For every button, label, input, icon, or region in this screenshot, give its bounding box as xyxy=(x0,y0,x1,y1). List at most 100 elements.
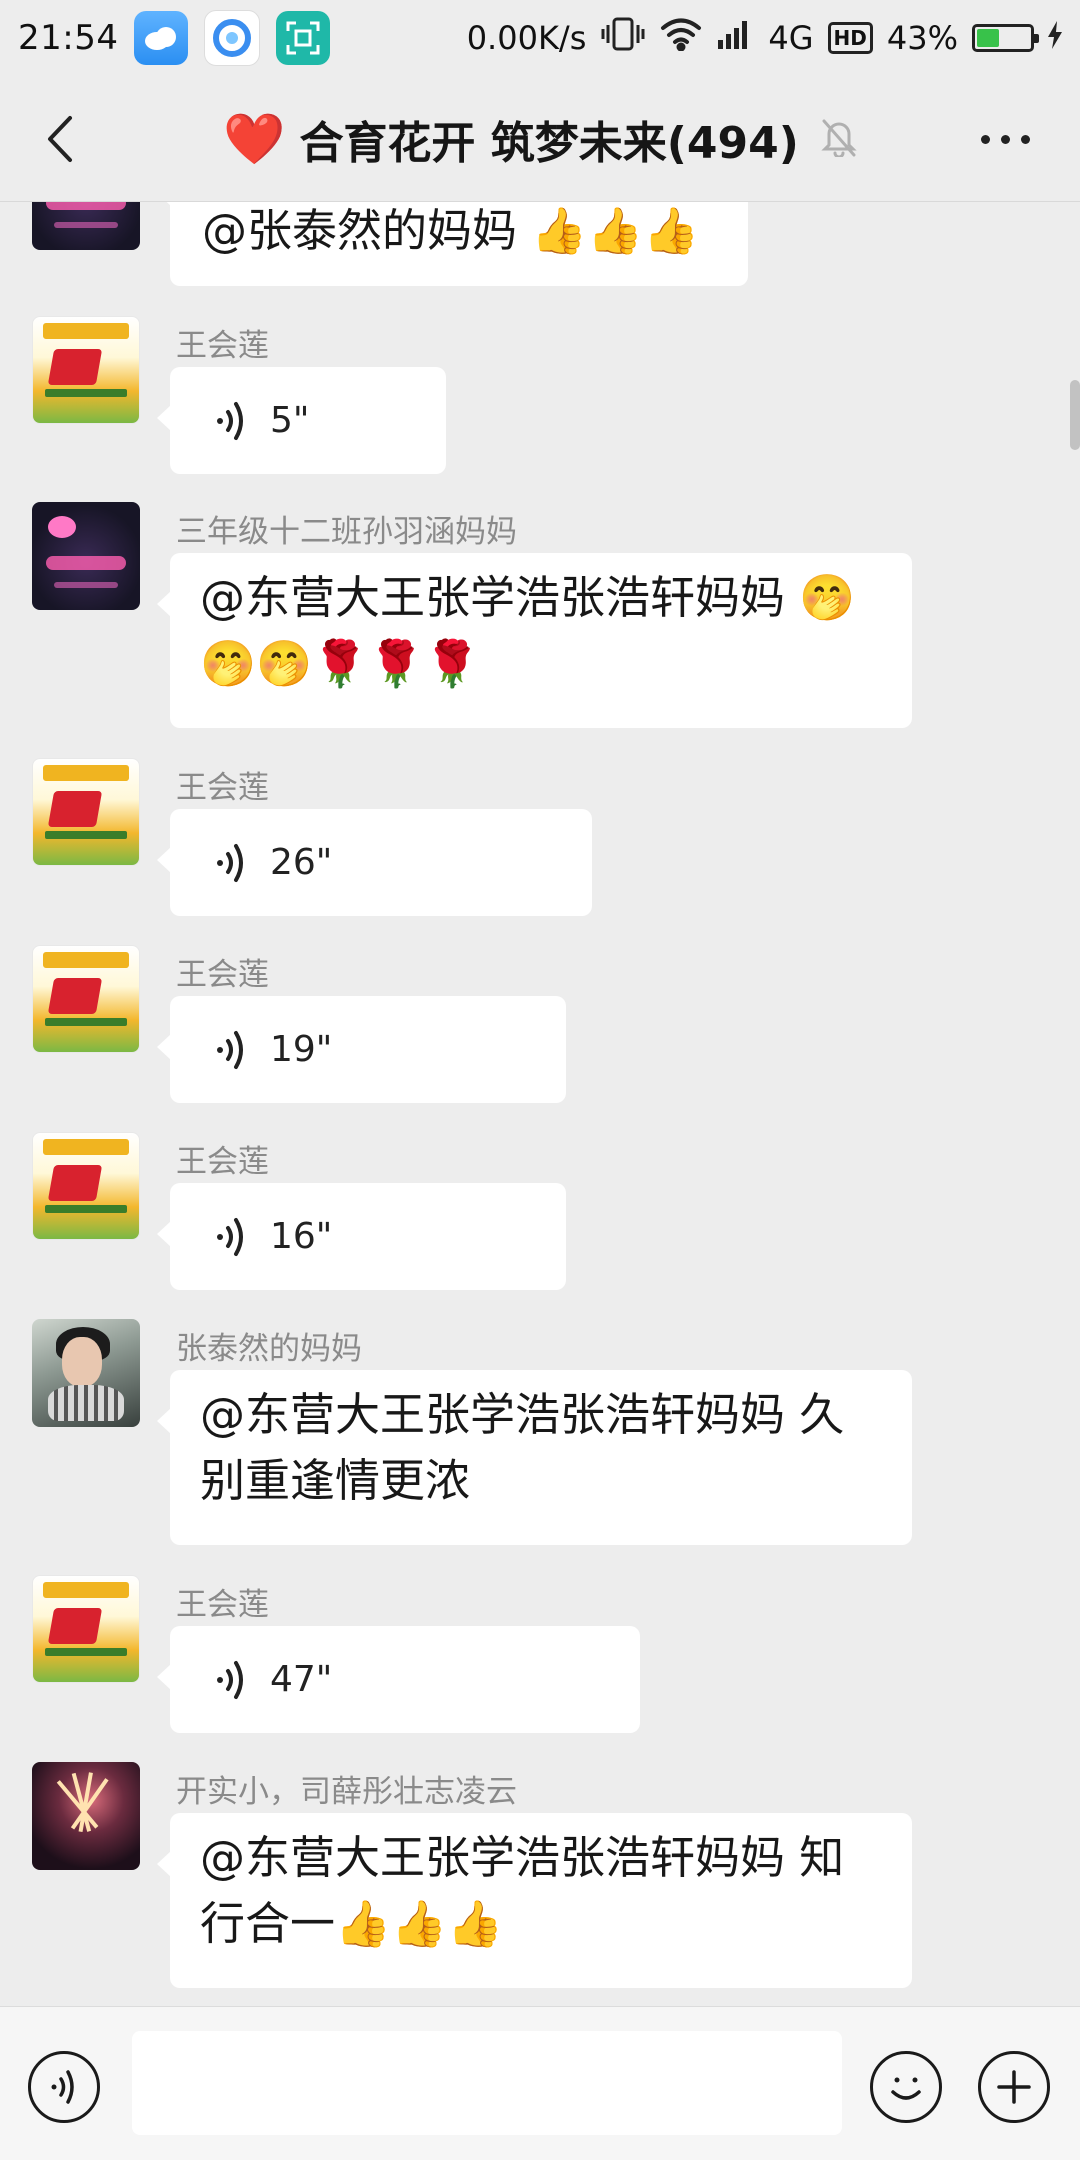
avatar-decoration xyxy=(47,791,103,827)
avatar[interactable] xyxy=(32,1575,140,1683)
avatar[interactable] xyxy=(32,1132,140,1240)
weather-app-icon xyxy=(134,11,189,65)
avatar-decoration xyxy=(47,1165,103,1201)
voice-duration: 26" xyxy=(270,841,333,883)
emoji-button[interactable] xyxy=(870,2051,942,2123)
avatar-decoration xyxy=(45,389,127,397)
status-right: 0.00K/s 4G HD 43% xyxy=(467,16,1062,61)
avatar-decoration xyxy=(47,978,103,1014)
voice-message-bubble[interactable]: 47" xyxy=(157,1626,640,1733)
message-item: 王会莲 26" xyxy=(0,758,1080,916)
avatar-decoration xyxy=(47,1608,103,1644)
message-bubble[interactable]: @东营大王张学浩张浩轩妈妈 🤭🤭🤭🌹🌹🌹 xyxy=(157,553,912,728)
voice-duration: 19" xyxy=(270,1028,333,1070)
browser-app-icon xyxy=(204,10,261,66)
sender-name: 张泰然的妈妈 xyxy=(176,1331,362,1367)
sender-name: 王会莲 xyxy=(176,1144,269,1180)
message-text: @张泰然的妈妈 👍👍👍 xyxy=(202,204,700,257)
message-item: 王会莲 47" xyxy=(0,1575,1080,1733)
avatar[interactable] xyxy=(32,202,140,250)
message-item: 王会莲 5" xyxy=(0,316,1080,474)
avatar[interactable] xyxy=(32,1762,140,1870)
scan-app-icon xyxy=(276,11,331,65)
avatar-decoration xyxy=(46,556,126,570)
heart-icon: ❤️ xyxy=(223,109,286,168)
voice-wave-icon xyxy=(51,2070,74,2104)
hd-badge: HD xyxy=(827,22,873,54)
avatar-decoration xyxy=(43,765,129,781)
avatar-decoration xyxy=(43,952,129,968)
voice-wave-icon xyxy=(217,1217,243,1256)
voice-wave-icon xyxy=(217,401,243,440)
page-title: 合育花开 筑梦未来(494) xyxy=(299,117,799,169)
charging-icon xyxy=(1048,18,1062,58)
more-dot xyxy=(1020,134,1030,144)
chat-header: ❤️ 合育花开 筑梦未来(494) xyxy=(0,76,1080,202)
sender-name: 王会莲 xyxy=(176,770,269,806)
sender-name: 王会莲 xyxy=(176,328,269,364)
message-input[interactable] xyxy=(132,2031,842,2135)
message-item: 三年级十二班孙羽涵妈妈 @东营大王张学浩张浩轩妈妈 🤭🤭🤭🌹🌹🌹 xyxy=(0,502,1080,728)
avatar-decoration xyxy=(48,1385,124,1421)
plus-icon xyxy=(997,2070,1031,2104)
sender-name: 开实小，司薛彤壮志凌云 xyxy=(176,1774,517,1810)
message-item: 张泰然的妈妈 @东营大王张学浩张浩轩妈妈 久别重逢情更浓 xyxy=(0,1319,1080,1545)
voice-input-button[interactable] xyxy=(28,2051,100,2123)
more-options-button[interactable] xyxy=(970,116,1040,162)
avatar[interactable] xyxy=(32,316,140,424)
voice-message-bubble[interactable]: 19" xyxy=(157,996,566,1103)
avatar[interactable] xyxy=(32,502,140,610)
avatar-decoration xyxy=(54,222,118,228)
sender-name: 王会莲 xyxy=(176,957,269,993)
avatar-decoration xyxy=(46,202,126,210)
avatar-decoration xyxy=(45,1205,127,1213)
input-bar xyxy=(0,2006,1080,2160)
voice-duration: 16" xyxy=(270,1215,333,1257)
signal-icon xyxy=(716,18,754,59)
voice-message-bubble[interactable]: 16" xyxy=(157,1183,566,1290)
avatar[interactable] xyxy=(32,945,140,1053)
status-time: 21:54 xyxy=(18,18,119,58)
avatar[interactable] xyxy=(32,1319,140,1427)
avatar-decoration xyxy=(48,516,76,538)
chat-screen: 21:54 0.00K/s 4G HD 43% ❤️ 合育花开 筑梦未来(494… xyxy=(0,0,1080,2160)
message-bubble[interactable]: @东营大王张学浩张浩轩妈妈 久别重逢情更浓 xyxy=(157,1370,912,1545)
net-speed: 0.00K/s xyxy=(466,19,587,57)
voice-message-bubble[interactable]: 26" xyxy=(157,809,592,916)
more-functions-button[interactable] xyxy=(978,2051,1050,2123)
sender-name: 三年级十二班孙羽涵妈妈 xyxy=(176,514,517,550)
status-bar: 21:54 0.00K/s 4G HD 43% xyxy=(0,0,1080,76)
battery-fill xyxy=(977,29,1000,47)
vibrate-icon xyxy=(600,16,646,61)
message-text: @东营大王张学浩张浩轩妈妈 🤭🤭🤭🌹🌹🌹 xyxy=(200,571,856,690)
battery-icon xyxy=(972,24,1039,52)
back-button[interactable] xyxy=(30,106,90,172)
voice-duration: 47" xyxy=(270,1658,333,1700)
message-bubble[interactable]: @东营大王张学浩张浩轩妈妈 知行合一👍👍👍 xyxy=(157,1813,912,1988)
more-dot xyxy=(1000,134,1010,144)
message-item: 王会莲 19" xyxy=(0,945,1080,1103)
avatar-decoration xyxy=(45,1648,127,1656)
battery-percent: 43% xyxy=(886,19,958,57)
message-bubble[interactable]: @张泰然的妈妈 👍👍👍 xyxy=(157,202,748,286)
wifi-icon xyxy=(660,17,702,60)
voice-wave-icon xyxy=(217,1660,243,1699)
avatar-decoration xyxy=(47,349,103,385)
mute-bell-icon xyxy=(821,117,857,161)
avatar-decoration xyxy=(62,1337,102,1387)
chevron-left-icon xyxy=(48,116,72,162)
voice-wave-icon xyxy=(217,1030,243,1069)
message-list[interactable]: @张泰然的妈妈 👍👍👍 王会莲 5" 三年级十二班孙羽涵妈妈 @东营大王张学浩张… xyxy=(0,202,1080,2006)
message-item: 王会莲 16" xyxy=(0,1132,1080,1290)
message-item: @张泰然的妈妈 👍👍👍 xyxy=(0,202,1080,286)
avatar[interactable] xyxy=(32,758,140,866)
avatar-decoration xyxy=(45,831,127,839)
voice-message-bubble[interactable]: 5" xyxy=(157,367,446,474)
avatar-decoration xyxy=(43,323,129,339)
avatar-decoration xyxy=(43,1582,129,1598)
network-type: 4G xyxy=(768,19,814,57)
voice-wave-icon xyxy=(217,843,243,882)
message-text: @东营大王张学浩张浩轩妈妈 久别重逢情更浓 xyxy=(200,1388,845,1507)
more-dot xyxy=(980,134,990,144)
message-item: 开实小，司薛彤壮志凌云 @东营大王张学浩张浩轩妈妈 知行合一👍👍👍 xyxy=(0,1762,1080,1988)
